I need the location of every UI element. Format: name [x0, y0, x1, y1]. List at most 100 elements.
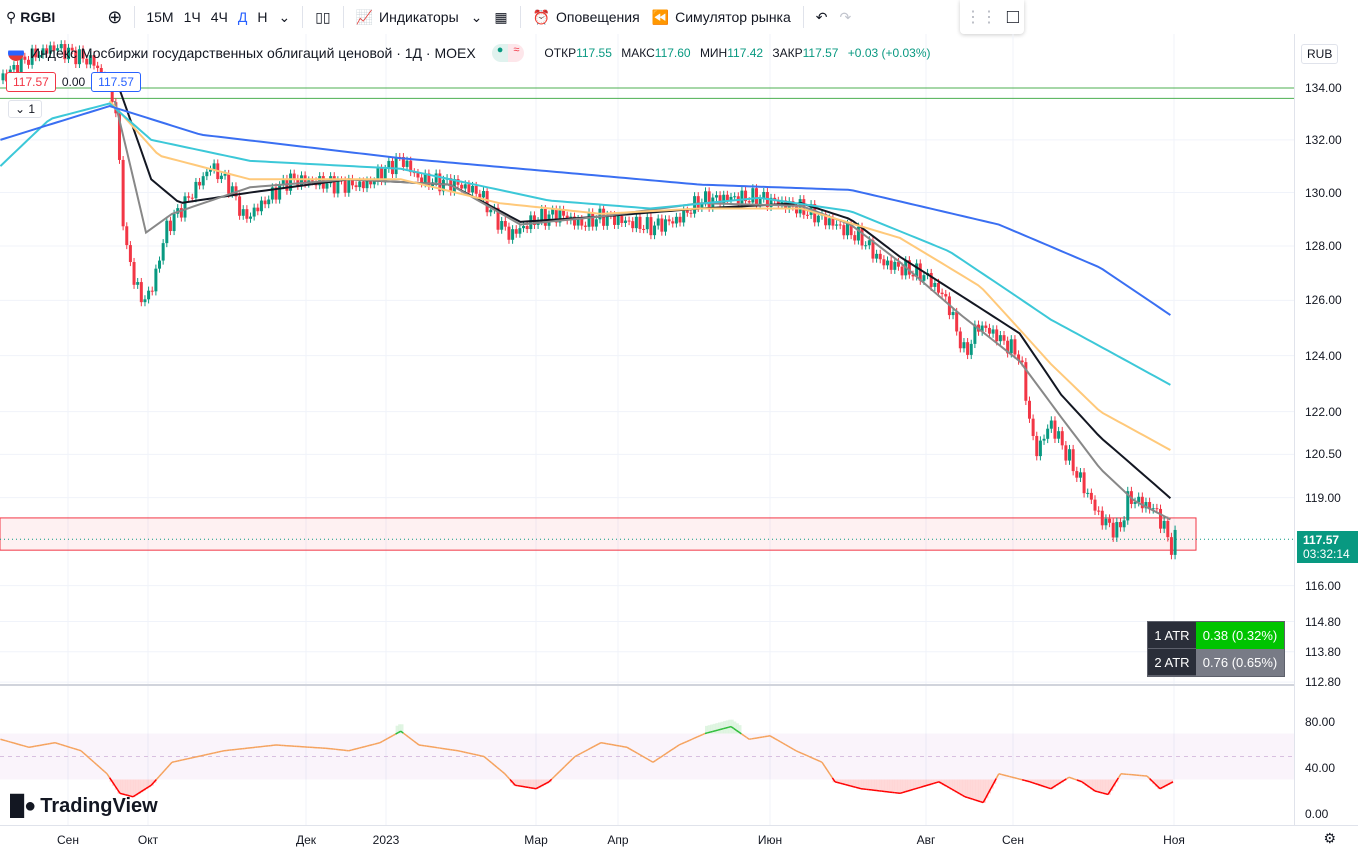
ohlc-values: ОТКР117.55 МАКС117.60 МИН117.42 ЗАКР117.…	[544, 46, 931, 60]
timeframe-dropdown[interactable]: ⌄	[272, 0, 296, 34]
candle-body	[940, 292, 944, 295]
rsi-oversold-fill	[868, 779, 872, 791]
candle-body	[292, 173, 296, 179]
replay-button[interactable]: ⏪ Симулятор рынка	[646, 0, 797, 34]
layouts-button[interactable]: ▦	[488, 0, 513, 34]
indicators-collapse-button[interactable]: ⌄ 1	[8, 100, 43, 118]
indicators-button[interactable]: 📈 Индикаторы	[350, 0, 465, 34]
plus-circle-icon: ⊕	[107, 6, 123, 27]
alarm-clock-icon: ⏰	[532, 8, 551, 25]
rsi-line-segment	[213, 751, 217, 754]
candle-body	[1155, 508, 1159, 510]
candle-body	[511, 229, 515, 240]
settings-gear-icon[interactable]: ⚙	[1323, 830, 1336, 847]
rsi-oversold-fill	[884, 779, 888, 793]
candle-body	[467, 184, 471, 193]
rsi-line-segment	[1006, 775, 1010, 778]
candle-body	[168, 220, 172, 232]
price-tick-label: 126.00	[1305, 293, 1342, 308]
drag-handle-icon[interactable]: ⋮⋮	[965, 7, 997, 27]
candle-body	[751, 188, 755, 203]
buy-price[interactable]: 117.57	[91, 72, 141, 92]
candle-body	[161, 243, 165, 261]
candle-body	[147, 290, 151, 300]
instrument-title[interactable]: Индекс Мосбиржи государственных облигаци…	[30, 45, 476, 61]
rsi-line-segment	[351, 748, 355, 751]
rectangle-tool-icon[interactable]: □	[1007, 6, 1019, 29]
candle-body	[1, 73, 5, 81]
candle-body	[1078, 472, 1082, 478]
candle-body	[187, 196, 191, 198]
timeframe-day[interactable]: Д	[233, 0, 252, 34]
candle-body	[875, 253, 879, 259]
rsi-tick-label: 0.00	[1305, 807, 1329, 821]
candle-body	[867, 240, 871, 246]
rewind-icon: ⏪	[651, 8, 670, 25]
candle-body	[525, 226, 529, 230]
rsi-oversold-fill	[965, 779, 968, 799]
price-scale[interactable]: RUB 134.00 132.00 130.00 128.00 126.00 124.00…	[1294, 34, 1358, 825]
rsi-line-segment	[1019, 778, 1023, 781]
rsi-line-segment	[917, 786, 922, 789]
rsi-line-segment	[975, 799, 979, 802]
time-tick-label: Апр	[607, 833, 629, 847]
rsi-line-segment	[910, 788, 914, 791]
timeframe-week[interactable]: Н	[252, 0, 272, 34]
candle-body	[922, 275, 926, 281]
sell-price[interactable]: 117.57	[6, 72, 56, 92]
currency-selector[interactable]: RUB	[1301, 44, 1339, 64]
candle-body	[704, 191, 708, 203]
rsi-line-segment	[476, 754, 479, 757]
timeframe-4h[interactable]: 4Ч	[206, 0, 233, 34]
candle-body	[1169, 537, 1173, 555]
candle-body	[201, 176, 205, 186]
candle-body	[518, 228, 522, 234]
divider	[302, 6, 304, 28]
ma-line-gray	[113, 100, 1171, 521]
market-status[interactable]: ● ≈	[491, 44, 525, 62]
divider	[134, 6, 136, 28]
candle-body	[194, 181, 198, 199]
rsi-line-segment	[1032, 781, 1036, 785]
rsi-line-segment	[1073, 778, 1078, 781]
timeframe-15m[interactable]: 15М	[141, 0, 178, 34]
rsi-line-segment	[702, 732, 706, 736]
rsi-line-segment	[15, 742, 19, 746]
compare-symbol-button[interactable]: ⊕	[101, 0, 128, 34]
rsi-line-segment	[795, 750, 799, 753]
time-axis[interactable]: ⚙ Сен Окт Дек 2023 Мар Апр Июн Авг Сен Ноя	[0, 825, 1358, 851]
rsi-line-segment	[694, 736, 698, 739]
candle-body	[1108, 518, 1112, 523]
undo-button[interactable]: ↶	[810, 0, 834, 34]
rsi-line-segment	[936, 781, 940, 784]
candle-body	[733, 196, 737, 198]
candle-body	[1013, 339, 1017, 355]
candle-body	[1035, 435, 1039, 457]
rsi-line-segment	[174, 760, 178, 763]
symbol-search[interactable]: ⚲ RGBI	[0, 0, 61, 34]
rsi-line-segment	[478, 754, 482, 757]
search-icon: ⚲	[6, 8, 17, 25]
rsi-line-segment	[1047, 787, 1052, 790]
chart-type-button[interactable]: ▯▯	[309, 0, 336, 34]
tradingview-logo[interactable]: █● TradingView	[10, 795, 158, 818]
indicators-dropdown[interactable]: ⌄	[465, 0, 489, 34]
price-tick-label: 112.80	[1305, 675, 1341, 690]
timeframe-1h[interactable]: 1Ч	[179, 0, 206, 34]
alerts-button[interactable]: ⏰ Оповещения	[527, 0, 646, 34]
candle-body	[471, 185, 475, 193]
candle-body	[682, 210, 686, 223]
chevron-down-icon: ⌄	[470, 8, 483, 25]
candle-body	[128, 245, 132, 263]
candle-body	[805, 214, 809, 216]
candle-body	[1159, 508, 1163, 529]
rsi-line-segment	[858, 787, 862, 790]
rsi-oversold-fill	[125, 779, 128, 796]
candle-body	[1166, 520, 1170, 538]
candle-body	[853, 235, 857, 241]
candle-body	[1046, 428, 1050, 439]
price-tick-label: 134.00	[1305, 81, 1342, 95]
redo-button[interactable]: ↷	[834, 0, 858, 34]
rsi-line-segment	[26, 745, 30, 749]
chart-canvas[interactable]	[0, 34, 1294, 825]
